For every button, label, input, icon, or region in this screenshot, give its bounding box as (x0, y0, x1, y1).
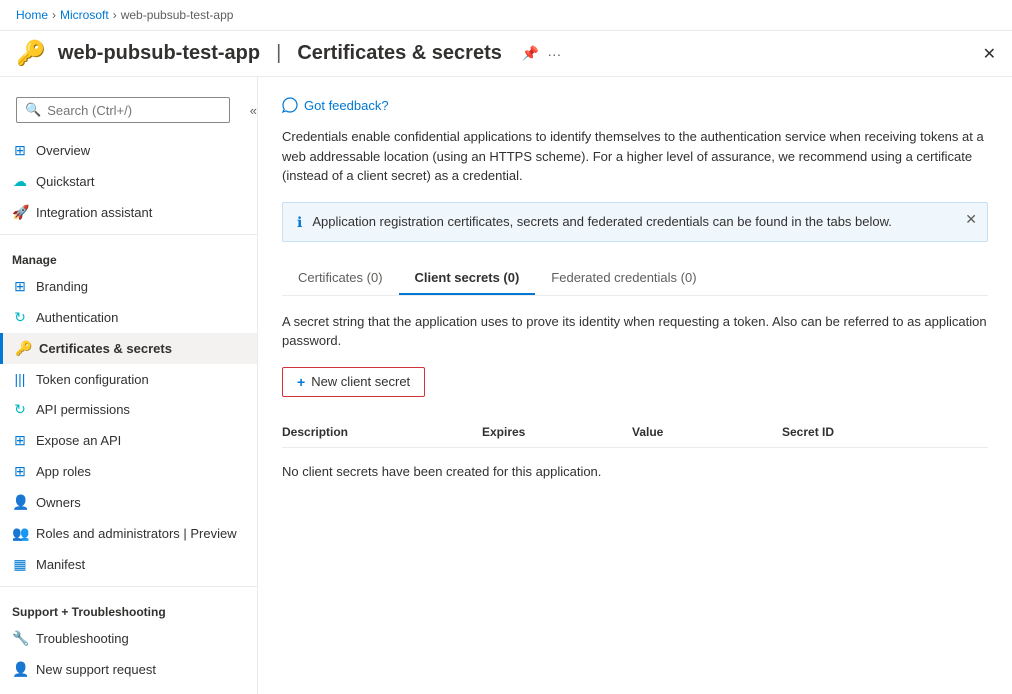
sidebar-item-troubleshooting[interactable]: 🔧 Troubleshooting (0, 623, 257, 654)
sidebar-label: Token configuration (36, 372, 149, 387)
sidebar-item-support-request[interactable]: 👤 New support request (0, 654, 257, 685)
sidebar-label: Troubleshooting (36, 631, 129, 646)
breadcrumb-microsoft[interactable]: Microsoft (60, 8, 109, 22)
feedback-row[interactable]: Got feedback? (282, 97, 988, 113)
banner-text: Application registration certificates, s… (312, 213, 892, 231)
page-description: Credentials enable confidential applicat… (282, 127, 988, 186)
table-header: Description Expires Value Secret ID (282, 417, 988, 448)
support-icon: 👤 (12, 661, 28, 678)
certificates-icon: 🔑 (15, 340, 31, 357)
sidebar-label: Expose an API (36, 433, 121, 448)
plus-icon: + (297, 374, 305, 390)
sidebar-label: Manifest (36, 557, 85, 572)
col-expires: Expires (482, 425, 632, 439)
tab-federated-credentials[interactable]: Federated credentials (0) (535, 262, 712, 295)
new-secret-label: New client secret (311, 374, 410, 389)
breadcrumb-home[interactable]: Home (16, 8, 48, 22)
col-value: Value (632, 425, 782, 439)
sidebar-item-quickstart[interactable]: ☁ Quickstart (0, 166, 257, 197)
secrets-table: Description Expires Value Secret ID No c… (282, 417, 988, 495)
sidebar-label: Owners (36, 495, 81, 510)
support-section-label: Support + Troubleshooting (0, 593, 257, 623)
new-client-secret-button[interactable]: + New client secret (282, 367, 425, 397)
sidebar-item-owners[interactable]: 👤 Owners (0, 487, 257, 518)
sidebar-label: App roles (36, 464, 91, 479)
branding-icon: ⊞ (12, 278, 28, 295)
roles-icon: 👥 (12, 525, 28, 542)
close-button[interactable]: ✕ (983, 44, 996, 64)
sidebar-label: Certificates & secrets (39, 341, 172, 356)
sidebar-label: Branding (36, 279, 88, 294)
app-icon: 🔑 (16, 39, 46, 68)
info-icon: ℹ (297, 214, 302, 231)
sidebar-label: Quickstart (36, 174, 95, 189)
table-empty-message: No client secrets have been created for … (282, 448, 988, 495)
more-options-icon[interactable]: ··· (547, 46, 561, 62)
api-icon: ↻ (12, 401, 28, 418)
sidebar-item-token-config[interactable]: ||| Token configuration (0, 364, 257, 394)
header-actions: 📌 ··· (522, 45, 561, 62)
authentication-icon: ↻ (12, 309, 28, 326)
sidebar-item-authentication[interactable]: ↻ Authentication (0, 302, 257, 333)
manage-section-label: Manage (0, 241, 257, 271)
owners-icon: 👤 (12, 494, 28, 511)
sidebar-item-branding[interactable]: ⊞ Branding (0, 271, 257, 302)
close-banner-button[interactable]: ✕ (965, 211, 977, 228)
sidebar-label: New support request (36, 662, 156, 677)
sidebar-label: Authentication (36, 310, 118, 325)
sidebar-item-integration[interactable]: 🚀 Integration assistant (0, 197, 257, 228)
page-title: Certificates & secrets (297, 42, 502, 65)
sidebar-item-app-roles[interactable]: ⊞ App roles (0, 456, 257, 487)
tabs-container: Certificates (0) Client secrets (0) Fede… (282, 262, 988, 296)
breadcrumb: Home › Microsoft › web-pubsub-test-app (0, 0, 1012, 31)
col-description: Description (282, 425, 482, 439)
page-header: 🔑 web-pubsub-test-app | Certificates & s… (0, 31, 1012, 77)
sidebar-item-expose-api[interactable]: ⊞ Expose an API (0, 425, 257, 456)
main-layout: 🔍 « ⊞ Overview ☁ Quickstart 🚀 Integratio… (0, 77, 1012, 694)
sidebar-label: Integration assistant (36, 205, 152, 220)
expose-icon: ⊞ (12, 432, 28, 449)
sidebar-item-certificates[interactable]: 🔑 Certificates & secrets (0, 333, 257, 364)
search-box[interactable]: 🔍 (16, 97, 230, 123)
collapse-button[interactable]: « (250, 103, 257, 118)
sidebar-divider (0, 234, 257, 235)
sidebar-item-overview[interactable]: ⊞ Overview (0, 135, 257, 166)
troubleshooting-icon: 🔧 (12, 630, 28, 647)
header-separator: | (276, 42, 281, 65)
feedback-label: Got feedback? (304, 98, 389, 113)
breadcrumb-current: web-pubsub-test-app (121, 8, 234, 22)
content-area: Got feedback? Credentials enable confide… (258, 77, 1012, 694)
quickstart-icon: ☁ (12, 173, 28, 190)
search-input[interactable] (47, 103, 221, 118)
col-secret-id: Secret ID (782, 425, 982, 439)
sidebar-item-manifest[interactable]: ▦ Manifest (0, 549, 257, 580)
overview-icon: ⊞ (12, 142, 28, 159)
integration-icon: 🚀 (12, 204, 28, 221)
tab-certificates[interactable]: Certificates (0) (282, 262, 399, 295)
app-name: web-pubsub-test-app (58, 42, 260, 65)
sidebar-divider-2 (0, 586, 257, 587)
pin-icon[interactable]: 📌 (522, 45, 539, 62)
search-icon: 🔍 (25, 102, 41, 118)
sidebar-label: Overview (36, 143, 90, 158)
info-banner: ℹ Application registration certificates,… (282, 202, 988, 242)
sidebar-label: Roles and administrators | Preview (36, 526, 237, 541)
sidebar-item-api-permissions[interactable]: ↻ API permissions (0, 394, 257, 425)
feedback-icon (282, 97, 298, 113)
tab-client-secrets[interactable]: Client secrets (0) (399, 262, 536, 295)
sidebar-item-roles-admins[interactable]: 👥 Roles and administrators | Preview (0, 518, 257, 549)
manifest-icon: ▦ (12, 556, 28, 573)
app-roles-icon: ⊞ (12, 463, 28, 480)
tab-description: A secret string that the application use… (282, 312, 988, 351)
sidebar: 🔍 « ⊞ Overview ☁ Quickstart 🚀 Integratio… (0, 77, 258, 694)
sidebar-label: API permissions (36, 402, 130, 417)
token-icon: ||| (12, 371, 28, 387)
